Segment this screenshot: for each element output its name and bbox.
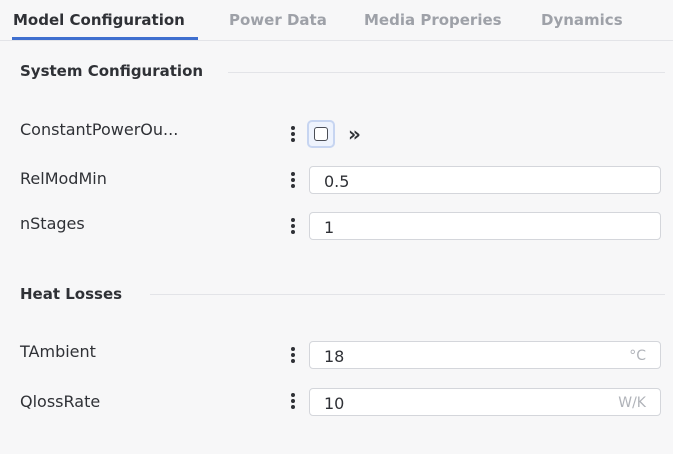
tab-media-properies[interactable]: Media Properies: [364, 11, 502, 29]
label-nstages: nStages: [20, 214, 85, 233]
nstages-input[interactable]: 1: [309, 212, 661, 240]
kebab-menu-icon[interactable]: [287, 391, 299, 411]
tab-dynamics[interactable]: Dynamics: [541, 11, 623, 29]
kebab-menu-icon[interactable]: [287, 216, 299, 236]
qlossrate-unit: W/K: [618, 395, 646, 411]
section-divider: [228, 72, 665, 73]
section-title-heat-losses: Heat Losses: [20, 285, 123, 303]
tab-model-configuration[interactable]: Model Configuration: [13, 11, 185, 29]
checkbox-box: [314, 127, 328, 141]
label-relmodmin: RelModMin: [20, 169, 107, 188]
active-tab-indicator: [12, 37, 198, 40]
double-chevron-right-icon[interactable]: »: [348, 122, 361, 146]
kebab-menu-icon[interactable]: [287, 345, 299, 365]
qlossrate-input[interactable]: 10 W/K: [309, 388, 661, 416]
relmodmin-input[interactable]: 0.5: [309, 166, 661, 194]
tab-power-data[interactable]: Power Data: [229, 11, 327, 29]
section-divider: [150, 294, 665, 295]
label-constantpowerout: ConstantPowerOu...: [20, 120, 179, 139]
kebab-menu-icon[interactable]: [287, 170, 299, 190]
label-tambient: TAmbient: [20, 342, 96, 361]
tambient-value: 18: [324, 347, 345, 366]
tambient-input[interactable]: 18 °C: [309, 341, 661, 369]
tambient-unit: °C: [629, 348, 646, 364]
qlossrate-value: 10: [324, 394, 345, 413]
constantpowerout-checkbox[interactable]: [307, 120, 335, 148]
nstages-value: 1: [324, 218, 335, 237]
kebab-menu-icon[interactable]: [287, 124, 299, 144]
label-qlossrate: QlossRate: [20, 392, 101, 411]
tab-bar: Model Configuration Power Data Media Pro…: [0, 0, 673, 41]
section-title-system-configuration: System Configuration: [20, 62, 204, 80]
relmodmin-value: 0.5: [324, 172, 350, 191]
